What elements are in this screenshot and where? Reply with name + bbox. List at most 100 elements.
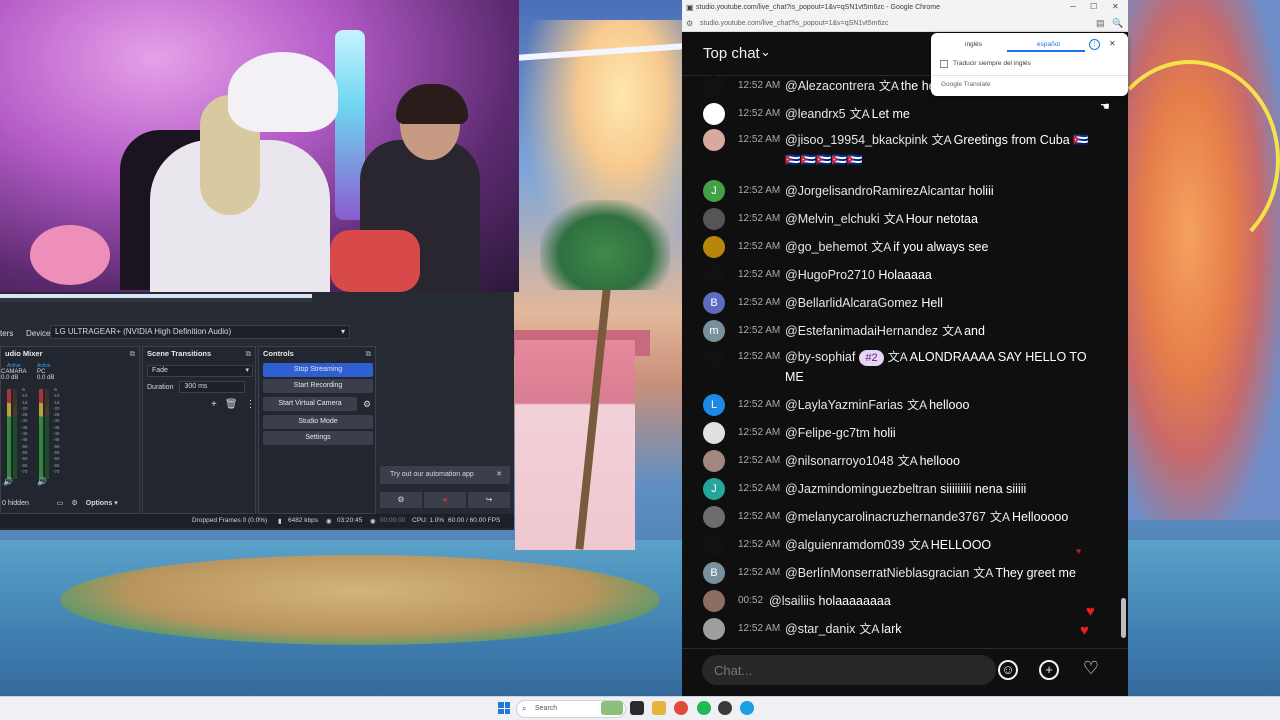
message-author[interactable]: @star_danix <box>785 622 855 636</box>
more-icon[interactable]: ⋮ <box>246 399 256 410</box>
address-bar[interactable]: ⚙ studio.youtube.com/live_chat?is_popout… <box>682 16 1128 32</box>
minimize-icon[interactable]: ─ <box>1070 2 1076 11</box>
gear-icon[interactable]: ⚙ <box>71 499 77 507</box>
chrome-icon[interactable] <box>674 701 688 715</box>
message-author[interactable]: @BerlínMonserratNieblasgracian <box>785 566 969 580</box>
translate-icon[interactable]: 文A <box>859 622 879 636</box>
translate-icon[interactable]: 文A <box>907 398 927 412</box>
task-view-icon[interactable] <box>630 701 644 715</box>
start-virtual-camera-button[interactable]: Start Virtual Camera <box>263 397 357 411</box>
options-button[interactable]: Options <box>86 500 112 507</box>
message-author[interactable]: @LaylaYazminFarias <box>785 398 903 412</box>
message-author[interactable]: @lsailiis <box>769 594 815 608</box>
message-author[interactable]: @EstefanimadaiHernandez <box>785 324 938 338</box>
message-author[interactable]: @alguienramdom039 <box>785 538 905 552</box>
translate-icon[interactable]: 文A <box>898 454 918 468</box>
translate-icon[interactable]: 文A <box>973 566 993 580</box>
lang-to-tab[interactable]: español <box>1037 41 1060 48</box>
studio-mode-button[interactable]: Studio Mode <box>263 415 373 429</box>
layout-icon[interactable]: ▭ <box>57 499 64 507</box>
avatar[interactable] <box>703 236 725 258</box>
message-author[interactable]: @JorgelisandroRamirezAlcantar <box>785 184 965 198</box>
dock-icon[interactable]: ⧉ <box>246 347 251 361</box>
avatar[interactable] <box>703 264 725 286</box>
message-author[interactable]: @Jazmindominguezbeltran <box>785 482 937 496</box>
speaker-icon[interactable]: 🔊 <box>37 477 47 486</box>
more-options-icon[interactable]: ⋮ <box>1089 39 1100 50</box>
avatar[interactable] <box>703 618 725 640</box>
avatar[interactable]: J <box>703 180 725 202</box>
message-author[interactable]: @jisoo_19954_bkackpink <box>785 133 928 147</box>
heart-reaction-icon[interactable]: ♡ <box>1081 659 1101 680</box>
gear-icon[interactable]: ⚙ <box>380 492 422 508</box>
add-icon[interactable]: + <box>1039 660 1059 680</box>
duration-input[interactable]: 300 ms <box>179 381 246 393</box>
avatar[interactable] <box>703 75 725 97</box>
always-translate-checkbox[interactable] <box>940 60 948 68</box>
translate-icon[interactable]: 文A <box>909 538 929 552</box>
message-author[interactable]: @melanycarolinacruzhernande3767 <box>785 510 986 524</box>
message-author[interactable]: @by-sophiaf <box>785 350 855 364</box>
start-recording-button[interactable]: Start Recording <box>263 379 373 393</box>
message-author[interactable]: @go_behemot <box>785 240 867 254</box>
translate-icon[interactable]: 文A <box>879 79 899 93</box>
translate-icon[interactable]: 文A <box>990 510 1010 524</box>
avatar[interactable]: J <box>703 478 725 500</box>
message-author[interactable]: @Alezacontrera <box>785 79 875 93</box>
avatar[interactable]: B <box>703 562 725 584</box>
avatar[interactable]: B <box>703 292 725 314</box>
avatar[interactable] <box>703 103 725 125</box>
avatar[interactable]: m <box>703 320 725 342</box>
avatar[interactable] <box>703 208 725 230</box>
message-author[interactable]: @Felipe-gc7tm <box>785 426 870 440</box>
avatar[interactable] <box>703 129 725 151</box>
trash-icon[interactable]: 🗑 <box>225 399 238 410</box>
gear-icon[interactable]: ⚙ <box>361 398 373 410</box>
close-icon[interactable]: ✕ <box>496 466 502 484</box>
search-highlight-icon[interactable] <box>601 701 623 715</box>
add-icon[interactable]: + <box>211 399 217 410</box>
translate-icon[interactable]: 文A <box>884 212 904 226</box>
message-author[interactable]: @Melvin_elchuki <box>785 212 880 226</box>
chat-input[interactable] <box>702 655 996 685</box>
avatar[interactable] <box>703 534 725 556</box>
message-author[interactable]: @BellarlidAlcaraGomez <box>785 296 918 310</box>
share-icon[interactable]: ↪ <box>468 492 510 508</box>
avatar[interactable] <box>703 506 725 528</box>
translate-icon[interactable]: 文A <box>932 133 952 147</box>
translate-icon[interactable]: 文A <box>850 107 870 121</box>
lang-from-tab[interactable]: inglés <box>965 41 982 48</box>
translate-icon[interactable]: 文A <box>871 240 891 254</box>
chevron-down-icon[interactable]: ⌄ <box>760 44 771 60</box>
translate-icon[interactable]: ▤ <box>1096 18 1105 29</box>
translate-icon[interactable]: 文A <box>942 324 962 338</box>
dock-icon[interactable]: ⧉ <box>366 347 371 361</box>
message-author[interactable]: @leandrx5 <box>785 107 846 121</box>
filters-label[interactable]: ters <box>0 329 22 338</box>
maximize-icon[interactable]: ☐ <box>1090 2 1097 11</box>
speaker-icon[interactable]: 🔊 <box>3 477 13 486</box>
file-explorer-icon[interactable] <box>652 701 666 715</box>
automation-banner[interactable]: Try out our automation app ✕ <box>380 466 510 484</box>
obs-icon[interactable] <box>718 701 732 715</box>
avatar[interactable] <box>703 590 725 612</box>
avatar[interactable] <box>703 450 725 472</box>
close-icon[interactable]: ✕ <box>1112 2 1119 11</box>
transition-select[interactable]: Fade ▾ <box>147 365 253 377</box>
chat-mode-title[interactable]: Top chat <box>703 45 760 62</box>
windows-start-icon[interactable] <box>498 702 510 714</box>
settings-button[interactable]: Settings <box>263 431 373 445</box>
avatar[interactable]: L <box>703 394 725 416</box>
device-select[interactable]: LG ULTRAGEAR+ (NVIDIA High Definition Au… <box>50 325 350 339</box>
record-icon[interactable]: ● <box>424 492 466 508</box>
dock-icon[interactable]: ⧉ <box>130 347 135 361</box>
message-author[interactable]: @HugoPro2710 <box>785 268 875 282</box>
spotify-icon[interactable] <box>697 701 711 715</box>
avatar[interactable] <box>703 346 725 368</box>
avatar[interactable] <box>703 422 725 444</box>
translate-icon[interactable]: 文A <box>888 350 908 364</box>
edge-icon[interactable] <box>740 701 754 715</box>
close-icon[interactable]: ✕ <box>1109 39 1116 48</box>
site-info-icon[interactable]: ⚙ <box>686 19 693 28</box>
chat-scrollbar[interactable] <box>1121 598 1126 638</box>
